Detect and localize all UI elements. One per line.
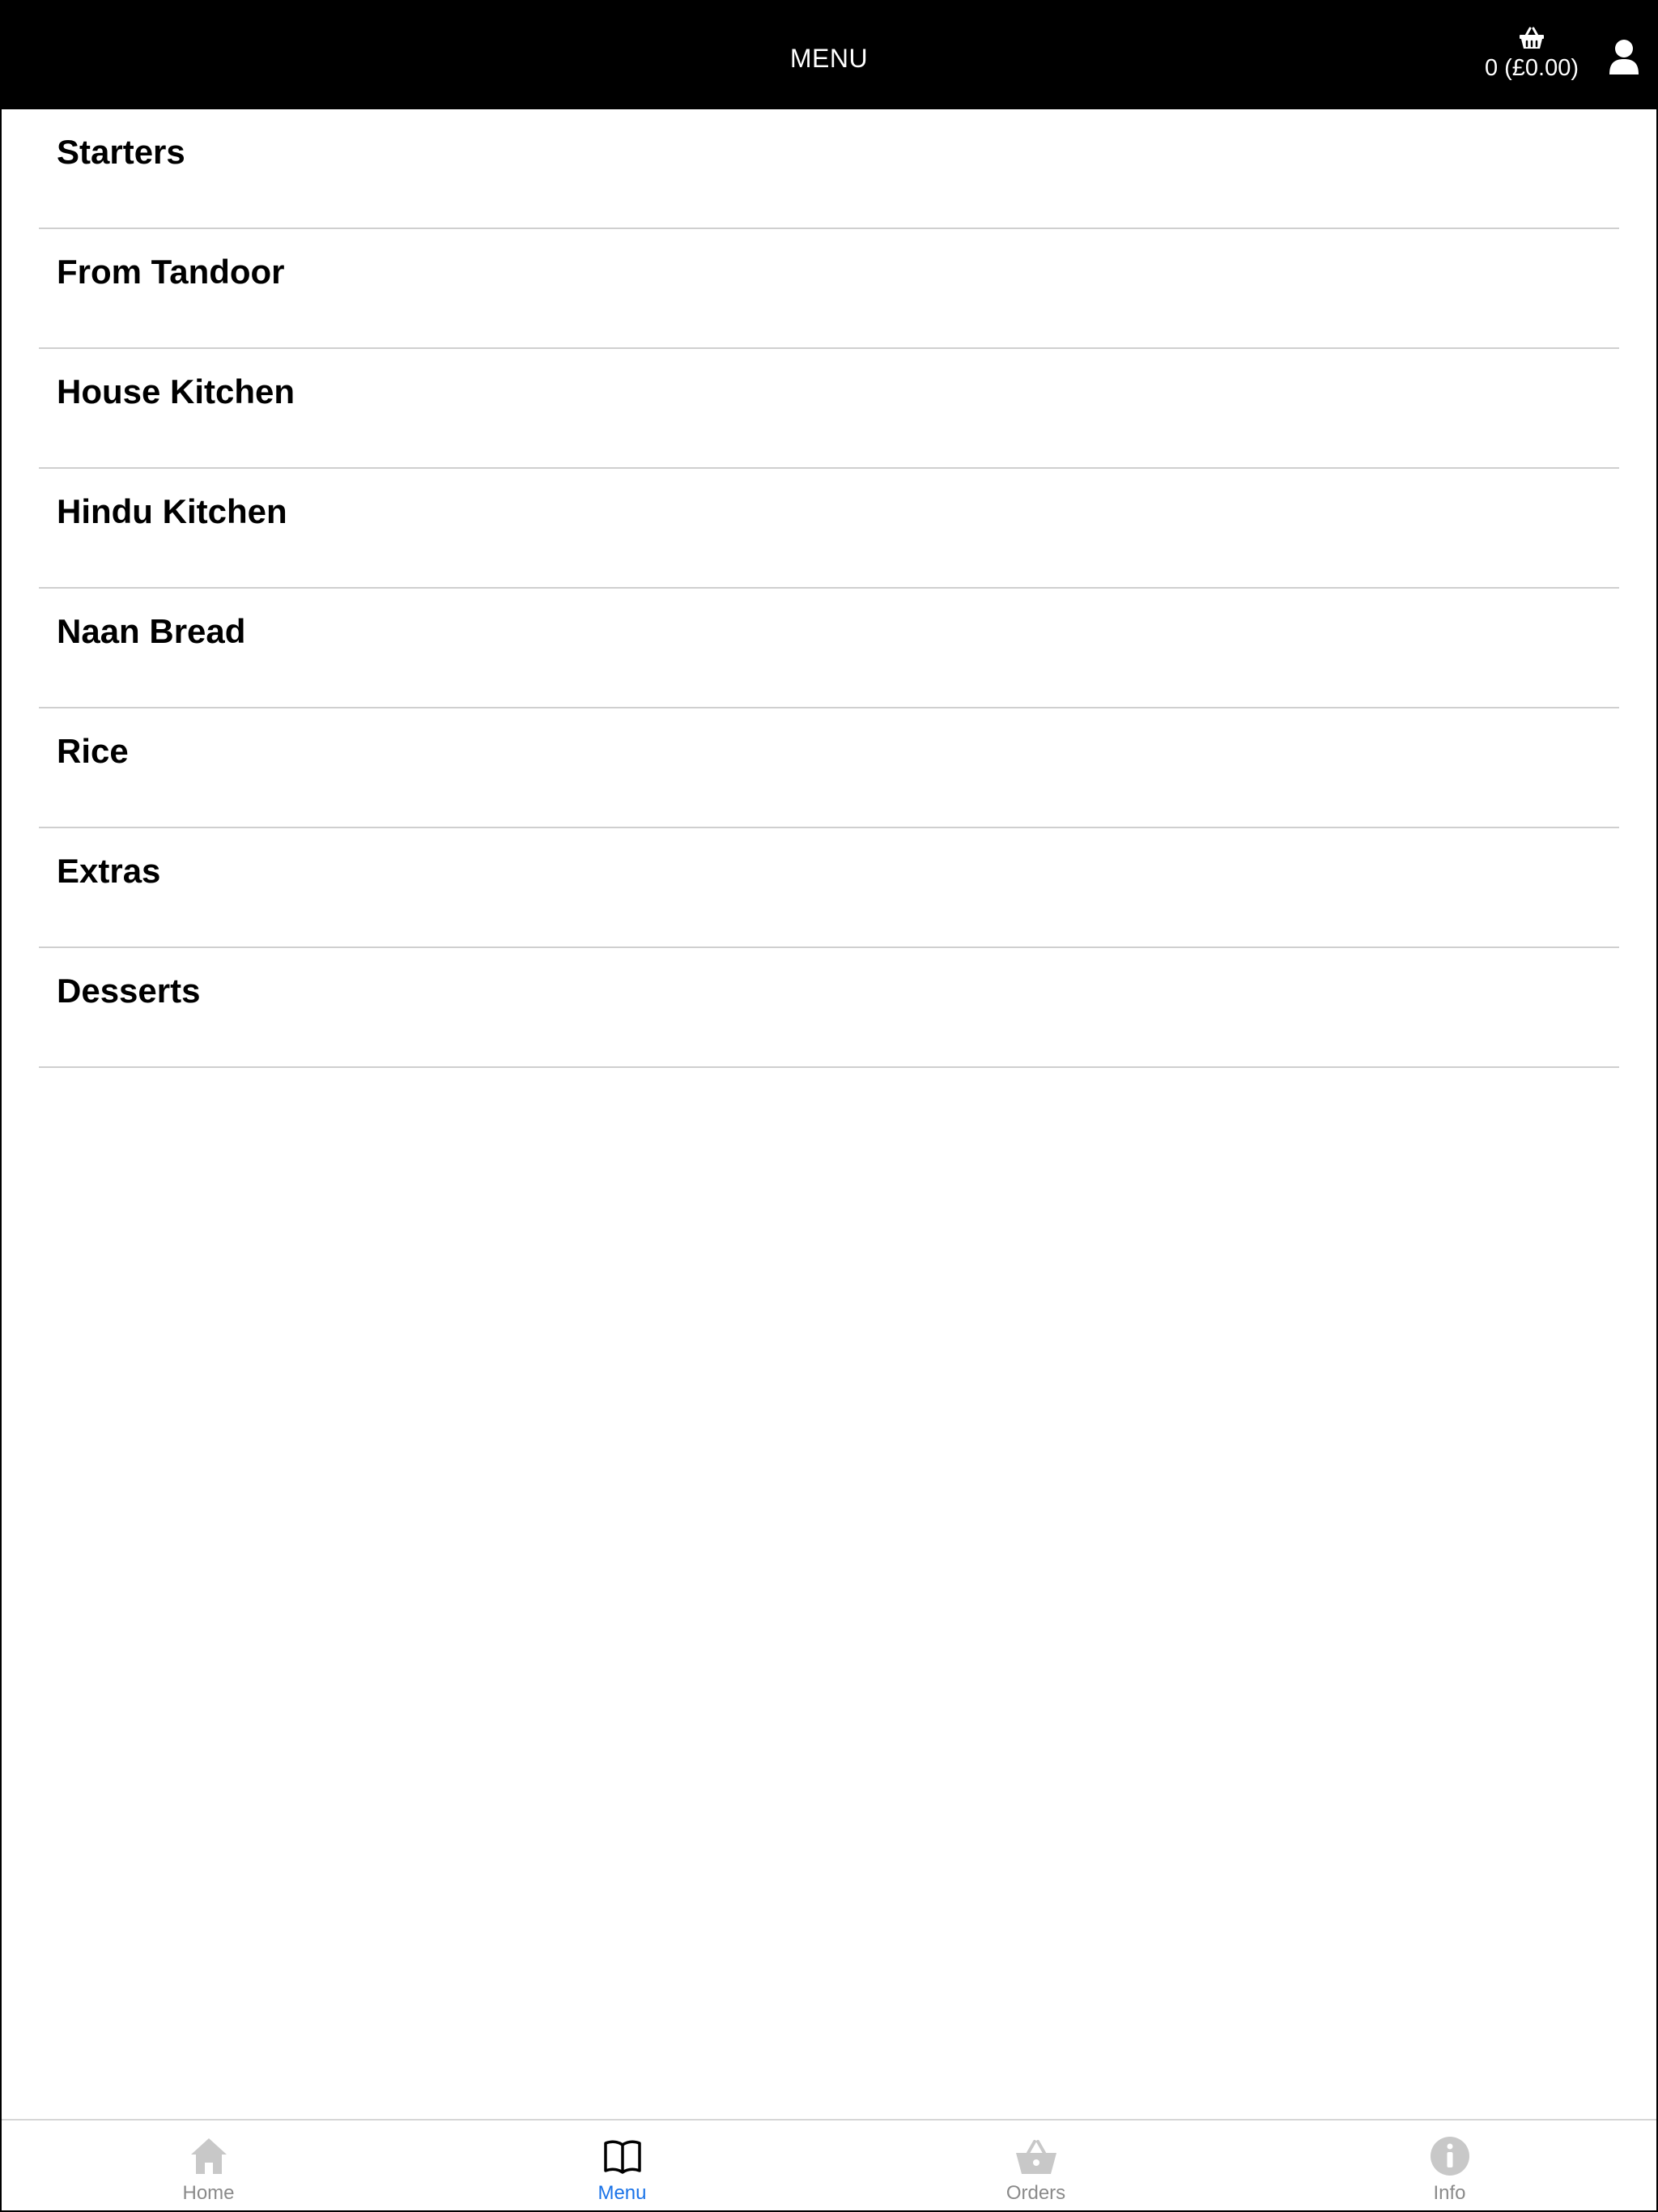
category-item-desserts[interactable]: Desserts: [39, 948, 1619, 1068]
category-item-naan-bread[interactable]: Naan Bread: [39, 589, 1619, 708]
basket-icon: [1015, 2140, 1056, 2174]
tab-info[interactable]: Info: [1243, 2121, 1656, 2210]
top-bar: MENU 0 (£0.00): [2, 2, 1656, 109]
tab-info-label: Info: [1433, 2182, 1466, 2204]
tab-menu[interactable]: Menu: [415, 2121, 829, 2210]
tab-home-label: Home: [182, 2182, 235, 2204]
user-icon: [1609, 40, 1639, 74]
category-item-rice[interactable]: Rice: [39, 708, 1619, 828]
cart-button[interactable]: 0 (£0.00): [1479, 26, 1584, 82]
category-item-from-tandoor[interactable]: From Tandoor: [39, 229, 1619, 349]
app-frame: MENU 0 (£0.00) Starters From Tandoor Hou…: [0, 0, 1658, 2212]
home-icon: [190, 2138, 227, 2174]
tab-orders-label: Orders: [1005, 2182, 1066, 2204]
category-item-starters[interactable]: Starters: [39, 109, 1619, 229]
info-icon: [1430, 2137, 1469, 2176]
account-button[interactable]: [1608, 39, 1640, 76]
tab-home[interactable]: Home: [2, 2121, 415, 2210]
category-item-extras[interactable]: Extras: [39, 828, 1619, 948]
tab-orders[interactable]: Orders: [829, 2121, 1243, 2210]
tab-menu-label: Menu: [597, 2182, 647, 2204]
basket-icon: [1520, 27, 1544, 49]
cart-summary: 0 (£0.00): [1484, 55, 1579, 81]
category-list: Starters From Tandoor House Kitchen Hind…: [39, 109, 1619, 1068]
book-icon: [603, 2140, 641, 2174]
page-title: MENU: [789, 44, 869, 73]
category-item-house-kitchen[interactable]: House Kitchen: [39, 349, 1619, 469]
category-item-hindu-kitchen[interactable]: Hindu Kitchen: [39, 469, 1619, 589]
bottom-tab-bar: Home Menu Orders Info: [2, 2119, 1656, 2210]
